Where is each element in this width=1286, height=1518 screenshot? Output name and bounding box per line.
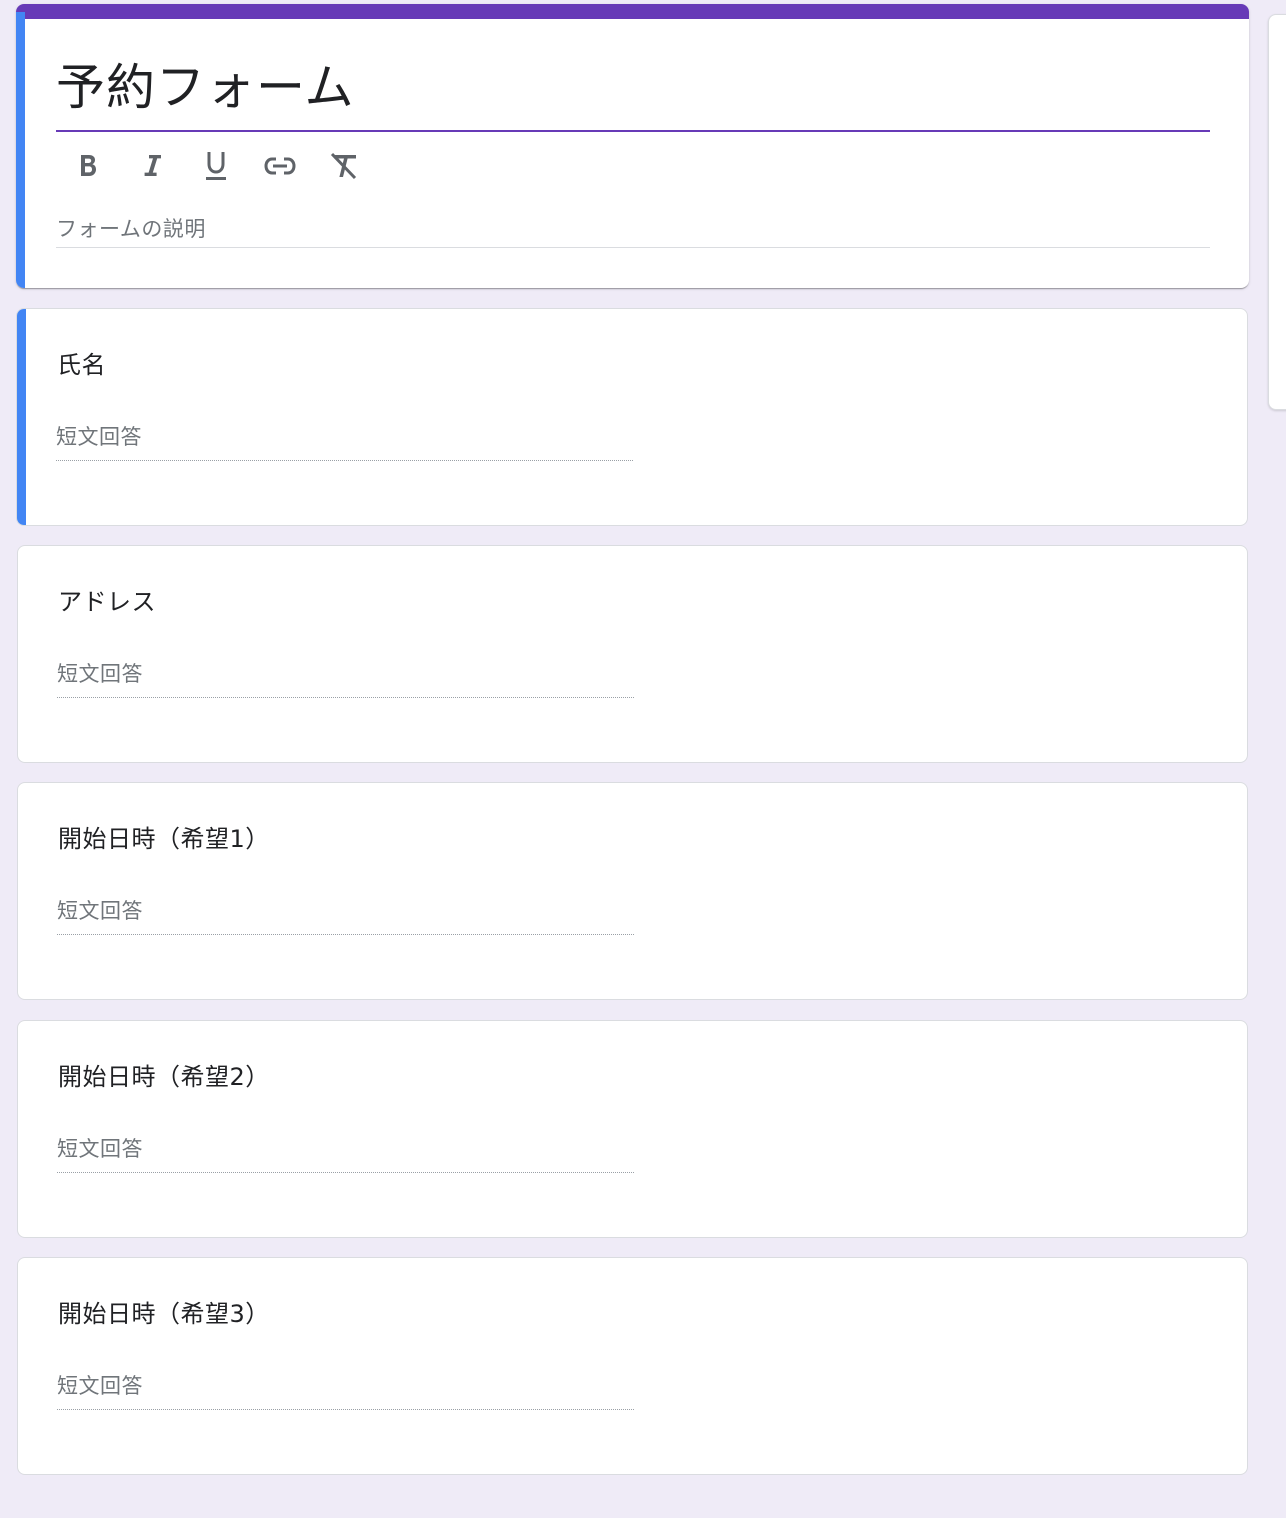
- bold-icon: [81, 155, 96, 176]
- question-card[interactable]: 開始日時（希望2） 短文回答: [17, 1020, 1248, 1238]
- italic-icon: [144, 155, 161, 176]
- short-answer-field: 短文回答: [57, 891, 634, 935]
- text-format-toolbar: [64, 144, 384, 188]
- form-title-input[interactable]: 予約フォーム: [56, 56, 355, 120]
- underline-button[interactable]: [192, 144, 240, 188]
- question-card[interactable]: 開始日時（希望3） 短文回答: [17, 1257, 1248, 1475]
- question-card[interactable]: アドレス 短文回答: [17, 545, 1248, 763]
- link-button[interactable]: [256, 144, 304, 188]
- active-indicator: [16, 12, 25, 288]
- short-answer-field: 短文回答: [56, 417, 633, 461]
- question-title: 氏名: [57, 351, 106, 379]
- question-title: 開始日時（希望3）: [58, 1300, 270, 1328]
- short-answer-field: 短文回答: [57, 654, 634, 698]
- bold-button[interactable]: [64, 144, 112, 188]
- question-title: 開始日時（希望2）: [58, 1063, 270, 1091]
- clear-format-icon: [330, 152, 357, 180]
- short-answer-field: 短文回答: [57, 1366, 634, 1410]
- clear-format-button[interactable]: [320, 144, 368, 188]
- question-title: アドレス: [58, 588, 156, 616]
- form-header-card[interactable]: 予約フォーム フォームの説明: [16, 4, 1249, 288]
- title-focus-underline: [56, 130, 1210, 132]
- side-toolbar-panel: [1268, 14, 1286, 410]
- italic-button[interactable]: [128, 144, 176, 188]
- theme-color-bar: [16, 4, 1249, 19]
- link-icon: [264, 157, 296, 175]
- underline-icon: [206, 152, 226, 180]
- question-card[interactable]: 氏名 短文回答: [16, 308, 1248, 526]
- short-answer-field: 短文回答: [57, 1129, 634, 1173]
- active-indicator: [17, 309, 26, 525]
- question-title: 開始日時（希望1）: [58, 825, 270, 853]
- form-description-input[interactable]: フォームの説明: [56, 214, 1210, 248]
- question-card[interactable]: 開始日時（希望1） 短文回答: [17, 782, 1248, 1000]
- form-editor-page: 予約フォーム フォームの説明 氏名 短文回答 アドレス 短文回答 開始日時（希望…: [0, 0, 1286, 1518]
